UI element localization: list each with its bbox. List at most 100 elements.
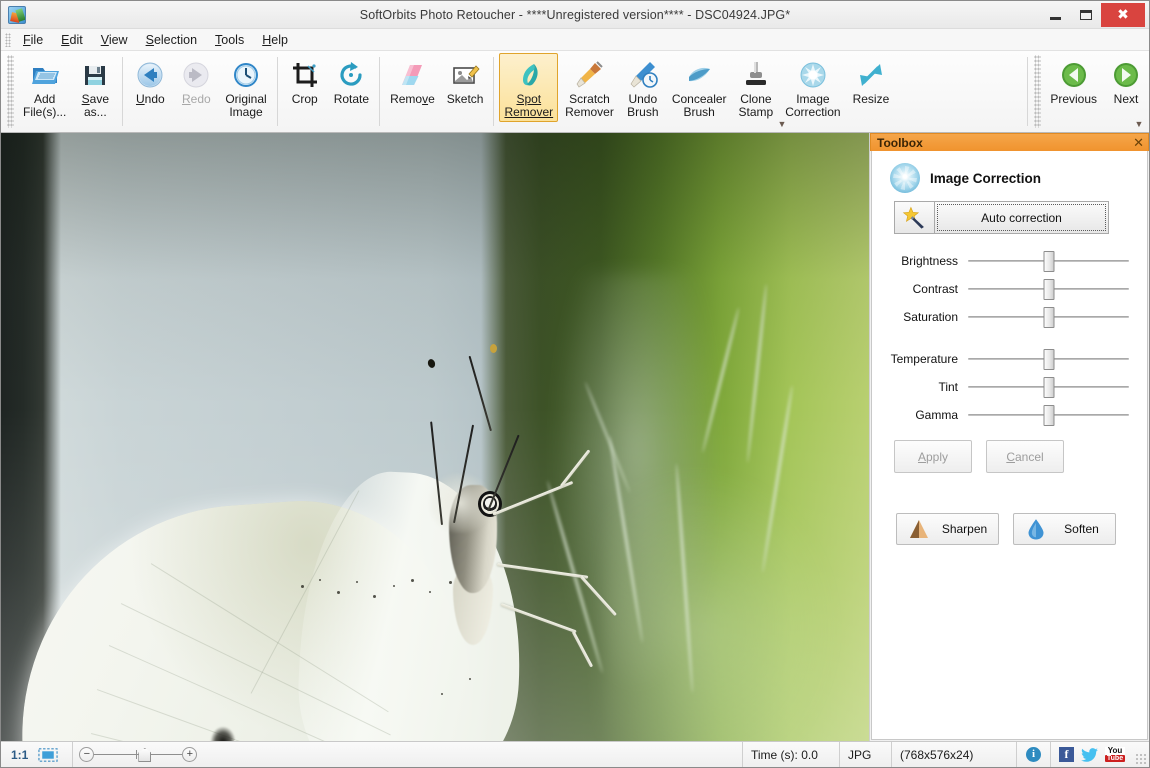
slider-temperature-track[interactable] xyxy=(968,349,1129,370)
auto-correction-button[interactable]: Auto correction xyxy=(934,201,1109,234)
maximize-button[interactable] xyxy=(1071,4,1100,26)
slider-saturation-thumb[interactable] xyxy=(1043,307,1054,328)
slider-gamma-track[interactable] xyxy=(968,405,1129,426)
window-title: SoftOrbits Photo Retoucher - ****Unregis… xyxy=(359,7,791,22)
slider-saturation-track[interactable] xyxy=(968,307,1129,328)
slider-saturation-label: Saturation xyxy=(903,310,958,324)
youtube-icon[interactable]: You Tube xyxy=(1105,747,1125,762)
zoom-slider[interactable]: − + xyxy=(73,742,203,767)
social-links: f You Tube xyxy=(1051,742,1133,767)
menu-item-selection[interactable]: Selection xyxy=(137,31,206,49)
tool-previous[interactable]: Previous xyxy=(1045,53,1102,132)
slider-tint-thumb[interactable] xyxy=(1043,377,1054,398)
crop-icon xyxy=(289,59,321,91)
soften-drop-icon xyxy=(1028,519,1044,540)
toolbar-nav-overflow-button[interactable]: ▼ xyxy=(1133,118,1145,130)
soften-button[interactable]: Soften xyxy=(1013,513,1116,545)
zoom-ratio: 1:1 xyxy=(11,747,29,762)
next-green-arrow-icon xyxy=(1110,59,1142,91)
menu-item-tools[interactable]: Tools xyxy=(206,31,253,49)
menu-item-edit[interactable]: Edit xyxy=(52,31,92,49)
tool-rotate[interactable]: Rotate xyxy=(329,53,374,109)
sharpen-label: Sharpen xyxy=(941,522,988,536)
slider-gamma-label: Gamma xyxy=(915,408,958,422)
minimize-button[interactable] xyxy=(1041,4,1070,26)
cancel-button[interactable]: Cancel xyxy=(986,440,1064,473)
fit-to-window-button[interactable] xyxy=(36,742,74,767)
toolbar-group-file: Add File(s)... Save as... xyxy=(17,51,118,132)
tool-rotate-label: Rotate xyxy=(333,92,370,106)
tool-sketch[interactable]: Sketch xyxy=(442,53,489,109)
magic-wand-button[interactable] xyxy=(894,201,934,234)
status-time: Time (s): 0.0 xyxy=(743,742,840,767)
tool-concealer-brush[interactable]: Concealer Brush xyxy=(667,53,732,122)
zoom-out-button[interactable]: − xyxy=(79,747,95,762)
tool-undo[interactable]: Undo xyxy=(128,53,172,109)
tool-redo-label: Redo xyxy=(181,92,211,106)
tool-resize-label: Resize xyxy=(852,92,890,106)
tool-save-as[interactable]: Save as... xyxy=(73,53,117,122)
slider-contrast[interactable]: Contrast xyxy=(884,278,1135,300)
slider-temperature[interactable]: Temperature xyxy=(884,348,1135,370)
slider-saturation[interactable]: Saturation xyxy=(884,306,1135,328)
toolbar-overflow-button[interactable]: ▼ xyxy=(776,118,788,130)
tool-clone-stamp[interactable]: Clone Stamp xyxy=(734,53,779,122)
slider-gamma-thumb[interactable] xyxy=(1043,405,1054,426)
tool-scratch-remover[interactable]: Scratch Remover xyxy=(560,53,619,122)
slider-brightness-thumb[interactable] xyxy=(1043,251,1054,272)
slider-brightness-track[interactable] xyxy=(968,251,1129,272)
zoom-slider-thumb[interactable] xyxy=(138,748,152,762)
tool-crop[interactable]: Crop xyxy=(283,53,327,109)
slider-contrast-thumb[interactable] xyxy=(1043,279,1054,300)
tool-redo[interactable]: Redo xyxy=(174,53,218,109)
menu-item-view[interactable]: View xyxy=(92,31,137,49)
twitter-icon[interactable] xyxy=(1081,747,1098,762)
slider-gamma[interactable]: Gamma xyxy=(884,404,1135,426)
title-bar: SoftOrbits Photo Retoucher - ****Unregis… xyxy=(1,1,1149,29)
tool-spot-remover[interactable]: Spot Remover xyxy=(499,53,559,122)
close-button[interactable]: ✖ xyxy=(1101,2,1145,27)
apply-button[interactable]: Apply xyxy=(894,440,972,473)
menu-selection-label: election xyxy=(153,32,198,47)
application-window: SoftOrbits Photo Retoucher - ****Unregis… xyxy=(0,0,1150,768)
tool-remove[interactable]: Remove xyxy=(385,53,440,109)
menu-item-file[interactable]: File xyxy=(14,31,52,49)
toolbox-body: Image Correction Auto correction Brightn… xyxy=(871,151,1148,740)
tool-next-label: Next xyxy=(1113,92,1139,106)
tool-original-image[interactable]: Original Image xyxy=(220,53,271,122)
facebook-icon[interactable]: f xyxy=(1059,747,1074,762)
sharpen-button[interactable]: Sharpen xyxy=(896,513,999,545)
water-drop-icon xyxy=(683,59,715,91)
image-canvas[interactable] xyxy=(1,133,870,741)
zoom-slider-track[interactable] xyxy=(94,747,183,762)
soften-label: Soften xyxy=(1064,522,1099,536)
tool-image-correction[interactable]: Image Correction xyxy=(780,53,845,122)
close-icon: ✖ xyxy=(1117,6,1129,23)
zoom-in-button[interactable]: + xyxy=(182,747,198,762)
sharpen-soften-row: Sharpen Soften xyxy=(896,513,1135,545)
menu-item-help[interactable]: Help xyxy=(253,31,297,49)
tool-undo-brush[interactable]: Undo Brush xyxy=(621,53,665,122)
info-button[interactable]: i xyxy=(1017,742,1051,767)
slider-contrast-track[interactable] xyxy=(968,279,1129,300)
menu-view-label: iew xyxy=(108,32,128,47)
tool-concealer-brush-label: Concealer Brush xyxy=(671,92,727,119)
open-folder-icon xyxy=(29,59,61,91)
status-dimensions: (768x576x24) xyxy=(892,742,1017,767)
minimize-icon xyxy=(1050,16,1061,20)
tool-scratch-remover-label: Scratch Remover xyxy=(565,92,614,119)
undo-arrow-icon xyxy=(134,59,166,91)
slider-tint-track[interactable] xyxy=(968,377,1129,398)
slider-brightness[interactable]: Brightness xyxy=(884,250,1135,272)
slider-temperature-thumb[interactable] xyxy=(1043,349,1054,370)
toolbox-close-icon[interactable]: ✕ xyxy=(1133,136,1144,149)
tool-resize[interactable]: Resize xyxy=(848,53,895,109)
tool-add-files-label: Add File(s)... xyxy=(23,92,67,119)
previous-green-arrow-icon xyxy=(1058,59,1090,91)
slider-tint[interactable]: Tint xyxy=(884,376,1135,398)
resize-grip-icon[interactable] xyxy=(1133,742,1149,767)
tool-original-image-label: Original Image xyxy=(225,92,267,119)
tool-clone-stamp-label: Clone Stamp xyxy=(738,92,774,119)
tool-add-files[interactable]: Add File(s)... xyxy=(18,53,71,122)
slider-tint-label: Tint xyxy=(938,380,958,394)
